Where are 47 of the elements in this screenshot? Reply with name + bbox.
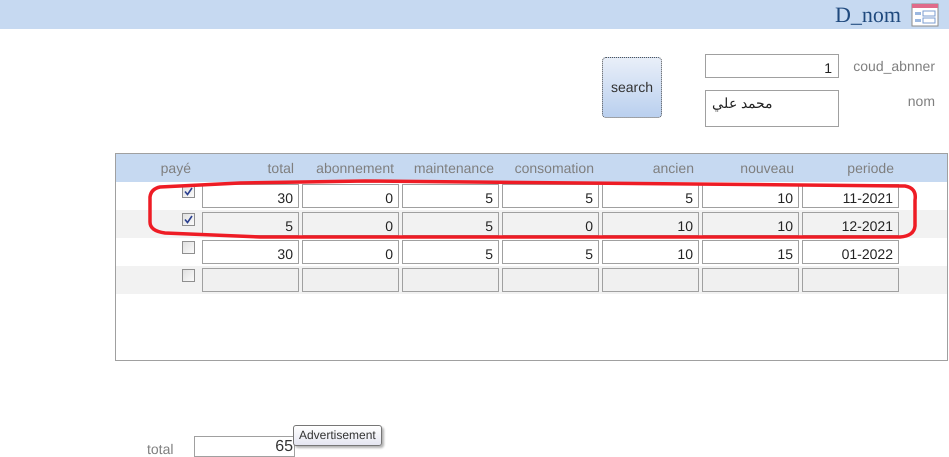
input-field[interactable]: محمد علي [705,90,839,127]
table-cell[interactable]: 30 [202,240,299,264]
table-cell[interactable]: 01-2022 [802,240,899,264]
total-field[interactable]: 65 [194,436,295,457]
table-cell[interactable]: 12-2021 [802,212,899,236]
table-cell[interactable]: 5 [502,184,599,208]
column-header: maintenance [412,158,495,178]
table-cell[interactable]: 5 [502,240,599,264]
search-button[interactable]: search [602,57,662,118]
column-header: abonnement [315,158,395,178]
form-icon [911,2,939,26]
table-cell[interactable] [502,268,599,292]
field-label: coud_abnner [852,57,935,76]
table-cell[interactable]: 0 [302,240,399,264]
table-cell[interactable] [702,268,799,292]
table-cell[interactable]: 10 [602,212,699,236]
table-cell[interactable] [802,268,899,292]
total-label: total [147,440,174,457]
column-header: ancien [652,158,695,178]
tooltip: Advertisement [293,425,382,446]
table-cell[interactable]: 15 [702,240,799,264]
checkbox[interactable] [182,269,195,282]
table-cell[interactable]: 30 [202,184,299,208]
table-cell[interactable] [602,268,699,292]
input-field[interactable]: 1 [705,54,839,78]
field-label: nom [906,92,935,111]
checkbox[interactable] [182,241,195,254]
table-cell[interactable] [302,268,399,292]
table-cell[interactable]: 0 [302,184,399,208]
form-title: D_nom [835,4,901,26]
table-cell[interactable]: 10 [702,212,799,236]
table-cell[interactable]: 5 [402,184,499,208]
column-header: nouveau [739,158,795,178]
table-cell[interactable]: 5 [402,240,499,264]
column-header: payé [160,158,192,178]
table-cell[interactable]: 0 [502,212,599,236]
table-cell[interactable]: 5 [202,212,299,236]
column-header: total [266,158,295,178]
table-cell[interactable]: 5 [402,212,499,236]
checkbox[interactable] [182,213,195,226]
column-header: consomation [514,158,595,178]
column-header: periode [846,158,895,178]
table-cell[interactable]: 5 [602,184,699,208]
table-cell[interactable]: 0 [302,212,399,236]
table-cell[interactable] [202,268,299,292]
table-cell[interactable]: 10 [602,240,699,264]
table-cell[interactable] [402,268,499,292]
